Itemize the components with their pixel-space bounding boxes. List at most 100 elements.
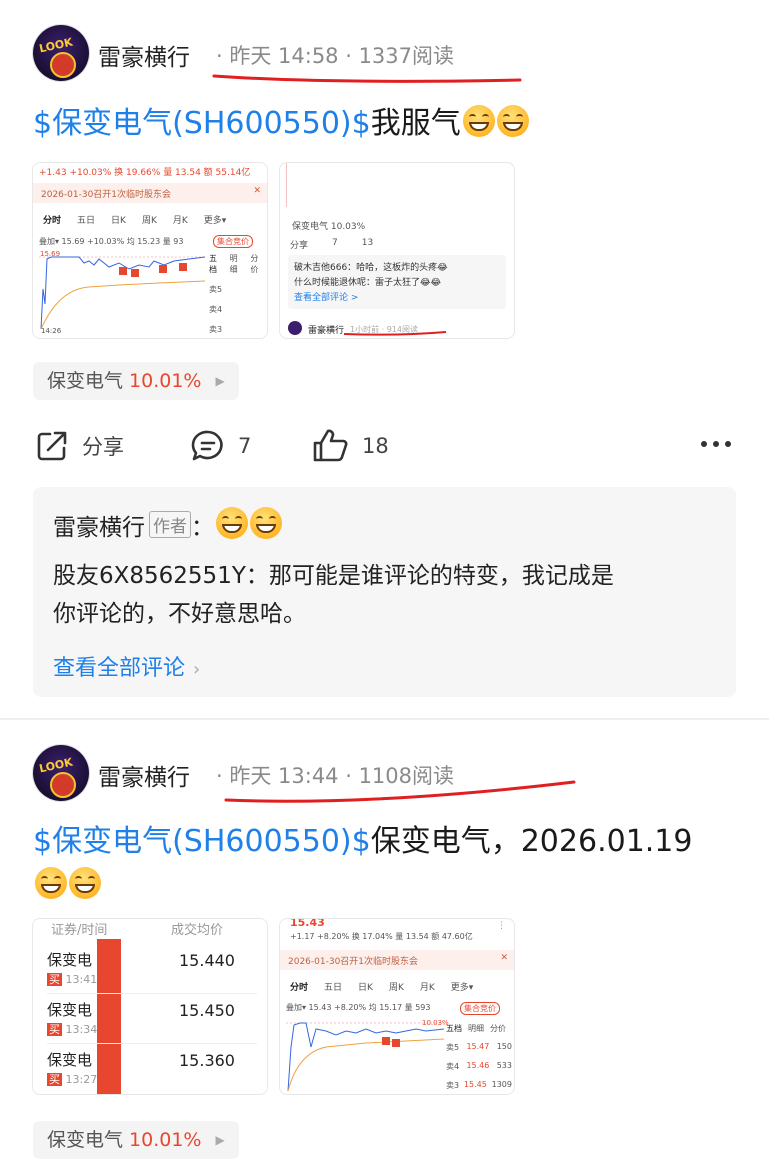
thumb-share: 分享	[290, 241, 309, 251]
ob-vol: 533	[496, 1061, 512, 1070]
trade-name: 保变电	[47, 1001, 93, 1019]
stock-link[interactable]: $保变电气(SH600550)$	[33, 106, 371, 141]
trade-row: 保变电 买 13:27 15.360	[47, 1045, 257, 1093]
comment-author[interactable]: 雷豪横行	[53, 515, 145, 541]
like-count: 18	[362, 434, 389, 458]
like-button[interactable]: 18	[312, 428, 389, 464]
trade-name: 保变电	[47, 1051, 93, 1069]
tab-more: 更多▾	[450, 983, 474, 993]
ob-vol: 1309	[491, 1080, 512, 1089]
stock-tag[interactable]: 保变电气 10.01% ▶	[33, 362, 239, 400]
grin-emoji-icon	[462, 105, 495, 137]
trade-time: 13:27	[65, 1073, 98, 1086]
orderbook-row: 卖4 15.46 533	[446, 1061, 512, 1072]
trade-name: 保变电	[47, 951, 93, 969]
thumb-comment-line: 什么时候能退休呢：雷子太狂了😂😂	[294, 278, 442, 288]
notice-bar: 2026-01-30召开1次临时股东会 ✕	[280, 950, 514, 970]
orderbook-tab: 五档	[446, 1024, 462, 1033]
orderbook-row: 卖3	[209, 325, 223, 334]
chart-time-label: 14:26	[41, 327, 62, 335]
post-title-text: 我服气	[370, 106, 461, 141]
grin-emoji-icon	[496, 105, 529, 137]
tab-5day: 五日	[77, 216, 96, 226]
image-thumbnail-post-screenshot[interactable]: 保变电气 10.03% 分享 7 13 破木吉他666：哈哈，这板炸的头疼😂 什…	[279, 162, 515, 339]
orderbook-tab: 分价	[490, 1024, 506, 1033]
post-title-text: 保变电气，2026.01.19	[370, 824, 693, 859]
close-icon: ✕	[253, 186, 261, 196]
comment-reply: 股友6X8562551Y：那可能是谁评论的特变，我记成是	[53, 557, 718, 595]
stock-link[interactable]: $保变电气(SH600550)$	[33, 824, 371, 859]
trade-meta: 买 13:41	[47, 971, 97, 987]
buy-tag: 买	[47, 1023, 62, 1036]
thumb-top-row: +1.17 +8.20% 换 17.04% 量 13.54 额 47.60亿	[290, 932, 473, 941]
ob-vol: 150	[496, 1042, 512, 1051]
post-2: LOOK 雷豪横行 · 昨天 13:44 · 1108阅读 $保变电气(SH60…	[0, 720, 769, 1170]
image-thumbnail-trades[interactable]: 证券/时间 成交均价 保变电 买 13:41 15.440 保变电 买 13:3…	[32, 918, 268, 1095]
stock-tag-name: 保变电气	[47, 370, 124, 392]
stock-tag[interactable]: 保变电气 10.01% ▶	[33, 1121, 239, 1159]
tab-daily: 日K	[358, 983, 373, 993]
reply-user[interactable]: 股友6X8562551Y：	[53, 563, 269, 589]
thumb-actions: 分享 7 13	[290, 238, 373, 251]
trade-price: 15.450	[179, 1001, 235, 1020]
intraday-chart	[286, 1022, 446, 1092]
thumb-stock-text: 保变电气 10.03%	[292, 222, 366, 232]
trades-header: 成交均价	[171, 923, 224, 938]
thumb-top-row: +1.43 +10.03% 换 19.66% 量 13.54 额 55.14亿	[39, 168, 251, 178]
orderbook-row: 卖4	[209, 305, 223, 314]
image-thumbnail-chart[interactable]: +1.43 +10.03% 换 19.66% 量 13.54 额 55.14亿 …	[32, 162, 268, 339]
grin-emoji-icon	[35, 867, 67, 899]
share-label: 分享	[82, 435, 124, 459]
stock-tag-name: 保变电气	[47, 1129, 124, 1151]
tab-more: 更多▾	[203, 216, 227, 226]
thumbs-up-icon	[313, 429, 348, 462]
red-underline-annotation	[212, 74, 522, 83]
tab-intraday: 分时	[290, 983, 309, 993]
avatar-emblem	[50, 52, 76, 78]
thumb-comments: 7	[332, 238, 338, 248]
thumb-avatar	[288, 321, 302, 335]
share-button[interactable]: 分享	[34, 428, 124, 464]
post-actions: 分享 7 18	[0, 420, 769, 470]
share-icon	[37, 431, 67, 461]
thumb-view-all: 查看全部评论 >	[294, 293, 359, 303]
post-title: $保变电气(SH600550)$保变电气，2026.01.19	[33, 820, 743, 908]
ob-label: 卖3	[446, 1081, 460, 1090]
comment-colon: ：	[191, 515, 214, 541]
tab-weekly: 周K	[388, 983, 404, 993]
buy-tag: 买	[47, 1073, 62, 1086]
image-thumbnail-chart[interactable]: 15.43 +1.17 +8.20% 换 17.04% 量 13.54 额 47…	[279, 918, 515, 1095]
thumb-comment-line: 破木吉他666：哈哈，这板炸的头疼😂	[294, 263, 448, 273]
view-all-comments-link[interactable]: 查看全部评论 ›	[53, 650, 200, 682]
tab-weekly: 周K	[141, 216, 157, 226]
view-all-label: 查看全部评论	[53, 656, 186, 681]
author-avatar[interactable]: LOOK	[33, 25, 89, 81]
tab-monthly: 月K	[419, 983, 435, 993]
post-1: LOOK 雷豪横行 · 昨天 14:58 · 1337阅读 $保变电气(SH60…	[0, 0, 769, 720]
thumb-top-price: 15.43	[290, 918, 325, 929]
trade-price: 15.360	[179, 1051, 235, 1070]
stock-tag-pct: 10.01%	[129, 1129, 202, 1151]
author-name[interactable]: 雷豪横行	[98, 758, 190, 792]
trade-row: 保变电 买 13:34 15.450	[47, 995, 257, 1044]
trade-meta: 买 13:27	[47, 1071, 97, 1087]
chart-tabs: 分时 五日 日K 周K 月K 更多▾	[290, 980, 473, 993]
tab-daily: 日K	[111, 216, 126, 226]
trade-time: 13:34	[65, 1023, 98, 1036]
post-title: $保变电气(SH600550)$我服气	[33, 102, 743, 146]
comment-button[interactable]: 7	[190, 428, 251, 464]
more-options-button[interactable]	[700, 440, 744, 448]
thumb-stock: 保变电气 10.03%	[292, 219, 365, 232]
tab-monthly: 月K	[172, 216, 188, 226]
notice-text: 2026-01-30召开1次临时股东会	[41, 190, 172, 200]
author-badge: 作者	[149, 511, 191, 538]
thumb-comment-box: 破木吉他666：哈哈，这板炸的头疼😂 什么时候能退休呢：雷子太狂了😂😂 查看全部…	[288, 255, 506, 309]
trade-meta: 买 13:34	[47, 1021, 97, 1037]
comment-icon	[191, 430, 223, 461]
grin-emoji-icon	[69, 867, 101, 899]
author-avatar[interactable]: LOOK	[33, 745, 89, 801]
chevron-right-icon: ›	[193, 659, 201, 680]
ob-price: 15.45	[463, 1080, 487, 1089]
comment-preview[interactable]: 雷豪横行 作者： 股友6X8562551Y：那可能是谁评论的特变，我记成是 你评论…	[33, 487, 736, 697]
author-name[interactable]: 雷豪横行	[98, 38, 190, 72]
